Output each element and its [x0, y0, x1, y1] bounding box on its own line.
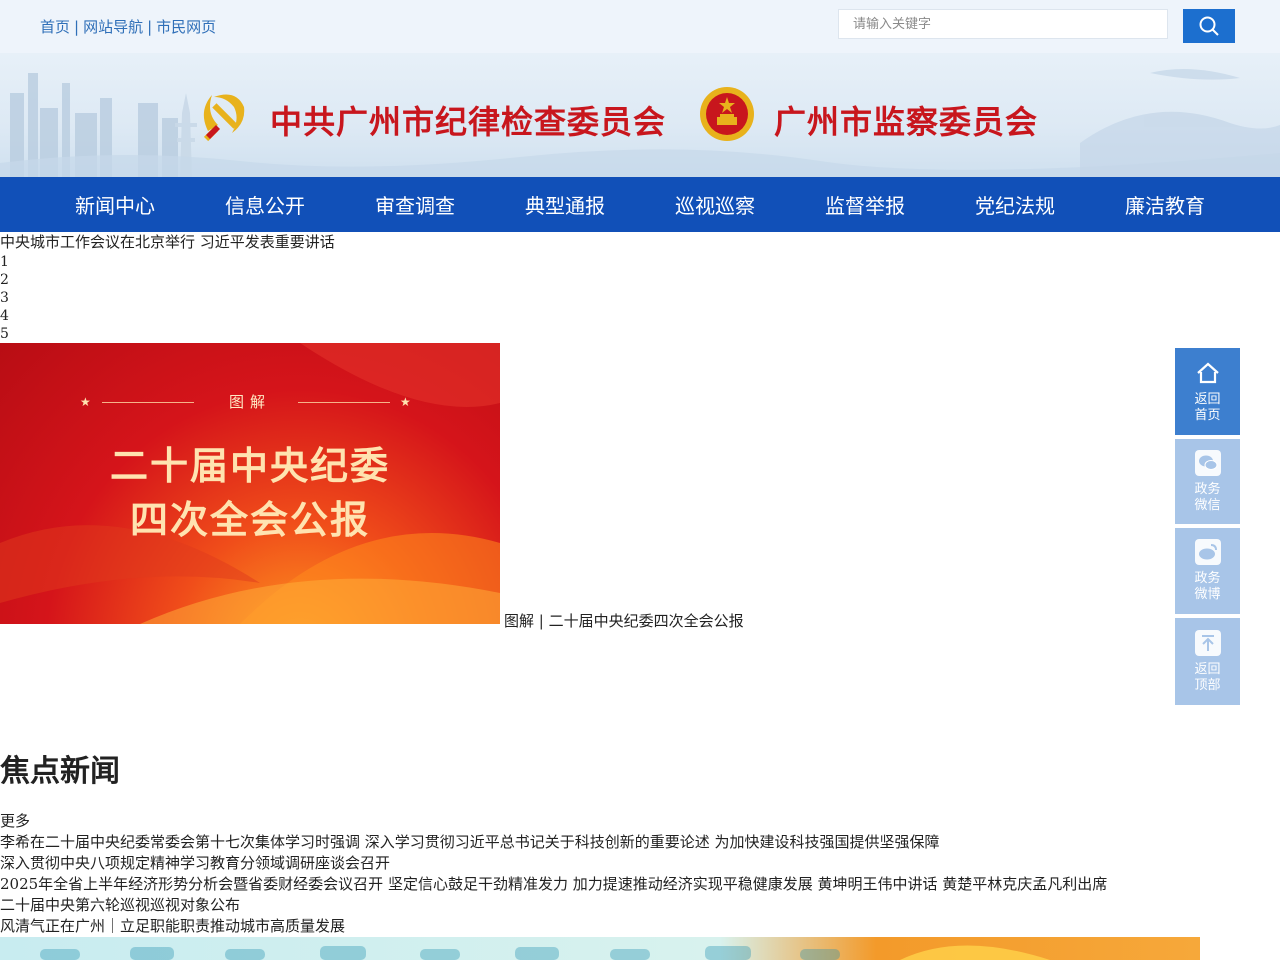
banner-title-commission: 中共广州市纪律检查委员会: [270, 103, 667, 141]
gov-weibo-button[interactable]: 政务 微博: [1175, 528, 1240, 614]
top-bar: 首页 | 网站导航 | 市民网页: [0, 0, 1280, 53]
side-label-line-2: 微信: [1194, 497, 1221, 513]
national-emblem-icon: [700, 87, 754, 141]
nav-news-center[interactable]: 新闻中心: [40, 177, 190, 232]
carousel-slide-image[interactable]: ★ 图解 ★ 二十届中央纪委 四次全会公报: [0, 343, 500, 624]
slide-number-5[interactable]: 5: [0, 325, 9, 343]
nav-typical-cases[interactable]: 典型通报: [490, 177, 640, 232]
slide-number-1[interactable]: 1: [0, 253, 9, 271]
citizen-page-link[interactable]: 市民网页: [156, 18, 216, 36]
party-emblem-icon: [203, 94, 245, 142]
news-list-item[interactable]: 2025年全省上半年经济形势分析会暨省委财经委会议召开 坚定信心鼓足干劲精准发力…: [0, 875, 1107, 893]
slide-rule: [298, 402, 390, 403]
link-separator: |: [74, 18, 80, 36]
search-button[interactable]: [1183, 9, 1235, 43]
site-navigation-link[interactable]: 网站导航: [83, 18, 143, 36]
nav-party-regulations[interactable]: 党纪法规: [940, 177, 1090, 232]
side-label-line-1: 政务: [1194, 481, 1221, 497]
side-label-line-1: 政务: [1194, 571, 1221, 586]
arrow-up-icon: [1194, 629, 1221, 656]
nav-supervision-report[interactable]: 监督举报: [790, 177, 940, 232]
slide-number-4[interactable]: 4: [0, 307, 9, 325]
link-separator: |: [147, 18, 153, 36]
slide-number-3[interactable]: 3: [0, 289, 9, 307]
banner-title-supervision: 广州市监察委员会: [774, 103, 1039, 141]
slide-number-2[interactable]: 2: [0, 271, 9, 289]
slide-tag: 图解: [228, 393, 271, 411]
header-banner: 中共广州市纪律检查委员会 广州市监察委员会: [0, 53, 1280, 177]
news-list-item[interactable]: 深入贯彻中央八项规定精神学习教育分领域调研座谈会召开: [0, 854, 390, 872]
wechat-icon: [1194, 449, 1221, 476]
star-icon: ★: [400, 395, 411, 409]
side-label-line-2: 首页: [1194, 407, 1221, 423]
search-input[interactable]: [838, 9, 1168, 39]
nav-integrity-education[interactable]: 廉洁教育: [1090, 177, 1240, 232]
back-to-top-button[interactable]: 返回 顶部: [1175, 618, 1240, 705]
slide-caption-link[interactable]: 图解 | 二十届中央纪委四次全会公报: [504, 610, 744, 631]
news-list-item[interactable]: 李希在二十届中央纪委常委会第十七次集体学习时强调 深入学习贯彻习近平总书记关于科…: [0, 833, 940, 851]
headline-link[interactable]: 中央城市工作会议在北京举行 习近平发表重要讲话: [0, 233, 335, 251]
focus-news-title: 焦点新闻: [0, 754, 120, 789]
main-navigation: 新闻中心 信息公开 审查调查 典型通报 巡视巡察 监督举报 党纪法规 廉洁教育: [0, 177, 1280, 232]
gov-wechat-button[interactable]: 政务 微信: [1175, 439, 1240, 524]
back-home-button[interactable]: 返回 首页: [1175, 348, 1240, 435]
side-label-line-2: 顶部: [1194, 677, 1221, 693]
weibo-icon: [1194, 539, 1221, 565]
side-label-line-1: 返回: [1194, 661, 1221, 677]
home-icon: [1195, 360, 1221, 386]
nav-investigation[interactable]: 审查调查: [340, 177, 490, 232]
promo-banner[interactable]: [0, 937, 1200, 960]
nav-inspection[interactable]: 巡视巡察: [640, 177, 790, 232]
focus-news-more-link[interactable]: 更多: [0, 812, 30, 830]
news-list-item[interactable]: 风清气正在广州｜立足职能职责推动城市高质量发展: [0, 917, 345, 935]
news-list-item[interactable]: 二十届中央第六轮巡视巡视对象公布: [0, 896, 240, 914]
slide-heading-line-2: 四次全会公报: [129, 498, 370, 542]
slide-heading-line-1: 二十届中央纪委: [109, 444, 390, 488]
promo-banner-art: [40, 945, 1050, 960]
side-label-line-2: 微博: [1194, 587, 1221, 602]
nav-info-disclosure[interactable]: 信息公开: [190, 177, 340, 232]
search-icon: [1199, 16, 1219, 36]
home-link[interactable]: 首页: [40, 18, 70, 36]
top-links: 首页 | 网站导航 | 市民网页: [40, 16, 216, 37]
side-label-line-1: 返回: [1194, 391, 1221, 407]
